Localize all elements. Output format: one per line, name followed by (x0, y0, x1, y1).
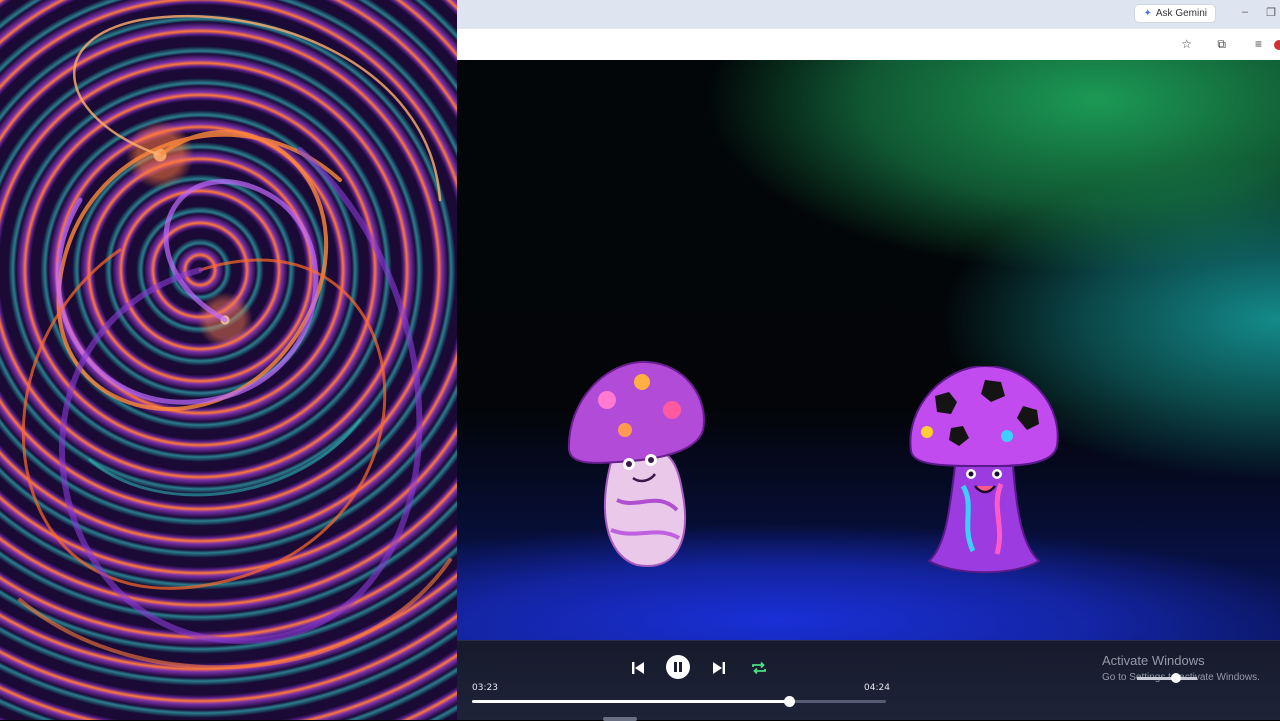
address-bar-row: ☆ ⧉ ≡ (457, 28, 1280, 60)
media-control-icon[interactable]: ≡ (1255, 37, 1262, 51)
galaxy-swirl-graphic (18, 15, 452, 670)
profile-avatar[interactable] (1274, 40, 1280, 50)
seek-bar-progress (472, 700, 790, 703)
mushroom-character-right (909, 366, 1059, 574)
media-player-controls: 03:23 04:24 Activate Windows Go to Setti… (457, 640, 1280, 721)
restore-button[interactable]: ❐ (1266, 6, 1276, 19)
previous-track-button[interactable] (627, 657, 649, 679)
skip-next-icon (713, 662, 725, 674)
mushroom-character-left (567, 360, 705, 567)
next-track-button[interactable] (708, 657, 730, 679)
tab-strip: ✦ Ask Gemini – ❐ (457, 0, 1280, 28)
volume-slider-thumb[interactable] (1171, 673, 1181, 683)
ask-gemini-label: Ask Gemini (1155, 8, 1207, 19)
pause-icon (674, 662, 682, 672)
ask-gemini-button[interactable]: ✦ Ask Gemini (1134, 4, 1216, 23)
seek-bar-thumb[interactable] (784, 696, 796, 707)
swirl-artwork (0, 0, 457, 720)
gemini-spark-icon: ✦ (1143, 8, 1152, 19)
browser-chrome: ✦ Ask Gemini – ❐ ☆ ⧉ ≡ (457, 0, 1280, 60)
bookmark-star-icon[interactable]: ☆ (1181, 37, 1192, 51)
total-duration: 04:24 (864, 683, 890, 693)
seek-bar[interactable] (472, 696, 886, 707)
watermark-title: Activate Windows (1102, 653, 1205, 668)
extensions-icon[interactable]: ⧉ (1217, 37, 1226, 52)
current-time: 03:23 (472, 683, 498, 693)
pause-button[interactable] (666, 655, 690, 679)
volume-slider[interactable] (1137, 673, 1197, 683)
repeat-button[interactable] (748, 657, 770, 679)
minimize-button[interactable]: – (1242, 6, 1248, 18)
video-frame[interactable] (457, 60, 1280, 640)
skip-previous-icon (632, 662, 644, 674)
repeat-icon (752, 661, 766, 675)
scrollbar-handle[interactable] (603, 717, 637, 721)
